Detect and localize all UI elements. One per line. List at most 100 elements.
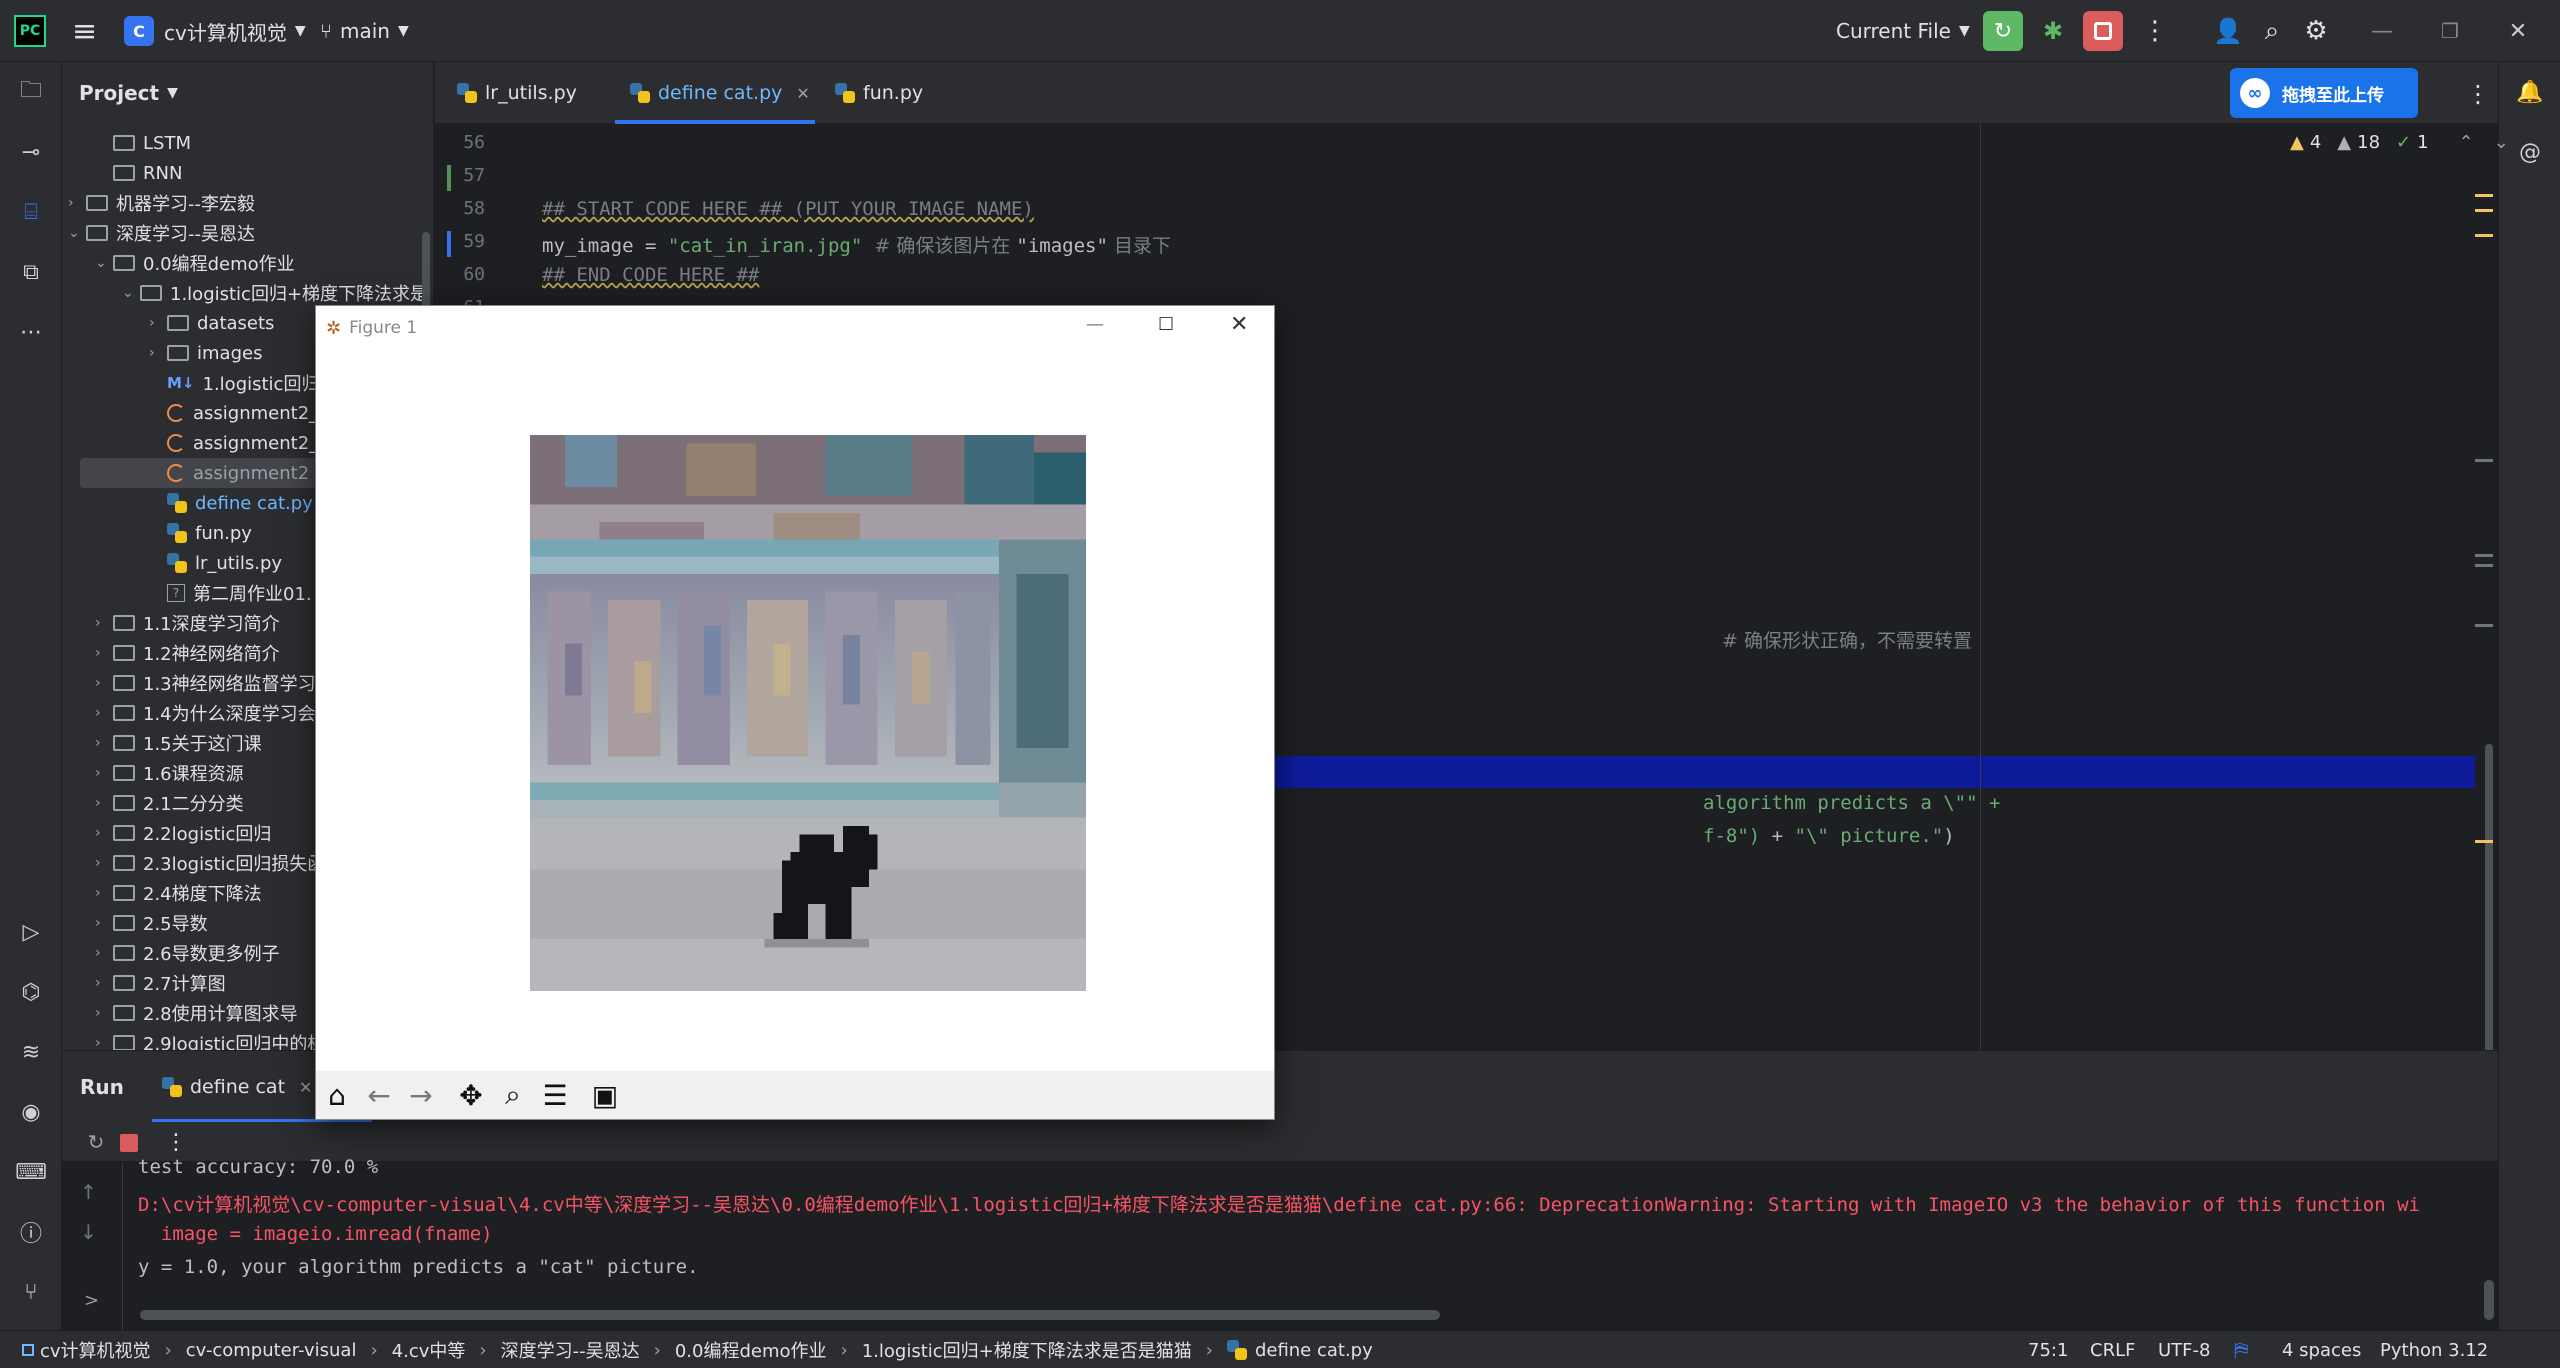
branch-switcher[interactable]: ⑂ main ▼ (320, 0, 409, 62)
caret-position[interactable]: 75:1 (2028, 1331, 2068, 1368)
tree-item[interactable]: ⌄ 0.0编程demo作业 (95, 248, 295, 278)
tree-item[interactable]: › 1.6课程资源 (95, 758, 244, 788)
tree-item[interactable]: › 机器学习--李宏毅 (68, 188, 255, 218)
settings-button[interactable]: ⚙ (2296, 11, 2336, 51)
run-config-selector[interactable]: Current File ▼ (1836, 0, 1970, 62)
tree-item[interactable]: define cat.py (149, 488, 313, 518)
tree-item[interactable]: M↓ 1.logistic回归- (149, 368, 326, 398)
configure-subplots-button[interactable]: ☰ (534, 1075, 576, 1115)
notifications-button[interactable]: 🔔 (2510, 72, 2550, 112)
figure-title-bar[interactable]: ✲ Figure 1 — ☐ ✕ (316, 306, 1274, 350)
chevron-right-icon[interactable]: › (95, 705, 113, 721)
tree-item[interactable]: › images (149, 338, 262, 368)
scroll-up-icon[interactable]: ↑ (80, 1180, 97, 1204)
close-window-button[interactable]: ✕ (2498, 11, 2538, 51)
restore-window-button[interactable]: ❐ (2430, 11, 2470, 51)
save-figure-button[interactable]: ▣ (584, 1075, 626, 1115)
tree-item[interactable]: › 2.5导数 (95, 908, 208, 938)
line-separator[interactable]: CRLF (2090, 1331, 2135, 1368)
breadcrumb-item[interactable]: cv计算机视觉 (40, 1337, 151, 1363)
maximize-icon[interactable]: ☐ (1158, 314, 1174, 335)
stop-run-button[interactable] (120, 1134, 138, 1152)
services-button[interactable]: ◉ (11, 1092, 51, 1132)
breadcrumb-item[interactable]: 4.cv中等 (392, 1337, 466, 1363)
python-interpreter[interactable]: Python 3.12 (2380, 1331, 2488, 1368)
structure-tool-button[interactable]: ⌸ (11, 192, 51, 232)
chevron-right-icon[interactable]: › (95, 915, 113, 931)
chevron-right-icon[interactable]: › (95, 765, 113, 781)
project-switcher[interactable]: C cv计算机视觉 ▼ (124, 0, 306, 62)
tree-item[interactable]: RNN (95, 158, 182, 188)
scroll-down-icon[interactable]: ↓ (80, 1220, 97, 1244)
terminal-button[interactable]: ⌨ (11, 1152, 51, 1192)
chevron-right-icon[interactable]: › (95, 945, 113, 961)
console-hscrollbar[interactable] (140, 1310, 1440, 1320)
back-button[interactable]: ← (358, 1075, 400, 1115)
run-tab-define-cat[interactable]: define cat ✕ (162, 1051, 312, 1123)
debug-button[interactable]: ✱ (2033, 11, 2073, 51)
commit-tool-button[interactable]: ⊸ (11, 132, 51, 172)
chevron-down-icon[interactable]: ⌄ (122, 285, 140, 301)
tree-item[interactable]: LSTM (95, 128, 191, 158)
python-console-button[interactable]: ⌬ (11, 972, 51, 1012)
tree-item[interactable]: assignment2_ (149, 428, 318, 458)
run-tool-button[interactable]: ▷ (11, 912, 51, 952)
zoom-button[interactable]: ⌕ (492, 1075, 534, 1115)
python-packages-button[interactable]: ≋ (11, 1032, 51, 1072)
search-button[interactable]: ⌕ (2252, 11, 2292, 51)
home-button[interactable]: ⌂ (316, 1075, 358, 1115)
chevron-right-icon[interactable]: › (95, 795, 113, 811)
chevron-right-icon[interactable]: › (95, 1005, 113, 1021)
chevron-right-icon[interactable]: › (95, 675, 113, 691)
tab-lr-utils[interactable]: lr_utils.py (457, 62, 577, 124)
tree-item[interactable]: › 2.7计算图 (95, 968, 226, 998)
breadcrumb-item[interactable]: cv-computer-visual (186, 1340, 357, 1361)
breadcrumb-item[interactable]: 0.0编程demo作业 (675, 1337, 827, 1363)
stop-button[interactable] (2083, 11, 2123, 51)
tree-item[interactable]: › 1.2神经网络简介 (95, 638, 280, 668)
chevron-right-icon[interactable]: › (95, 615, 113, 631)
run-console[interactable]: ↑ ↓ > test accuracy: 70.0 % D:\cv计算机视觉\c… (62, 1156, 2498, 1330)
chevron-down-icon[interactable]: ⌄ (2494, 132, 2509, 153)
rerun-button[interactable]: ↻ (1983, 11, 2023, 51)
chevron-up-icon[interactable]: ⌃ (2459, 132, 2474, 153)
file-encoding[interactable]: UTF-8 (2158, 1331, 2210, 1368)
pan-button[interactable]: ✥ (450, 1075, 492, 1115)
project-tool-button[interactable]: 🗀 (11, 72, 51, 112)
chevron-right-icon[interactable]: › (149, 345, 167, 361)
more-actions-button[interactable]: ⋮ (2135, 11, 2175, 51)
chevron-down-icon[interactable]: ⌄ (68, 225, 86, 241)
tree-item[interactable]: › 1.1深度学习简介 (95, 608, 280, 638)
tree-item[interactable]: › 1.4为什么深度学习会 (95, 698, 316, 728)
indent-setting[interactable]: 4 spaces (2282, 1331, 2361, 1368)
chevron-right-icon[interactable]: › (95, 975, 113, 991)
minimize-icon[interactable]: — (1086, 314, 1104, 335)
upload-drop-button[interactable]: ∞ 拖拽至此上传 (2230, 68, 2418, 118)
tab-more-button[interactable]: ⋮ (2463, 74, 2493, 114)
breadcrumb-item[interactable]: define cat.py (1255, 1340, 1373, 1361)
git-button[interactable]: ⑂ (11, 1272, 51, 1312)
add-user-button[interactable]: 👤 (2208, 11, 2248, 51)
project-panel-header[interactable]: Project ▼ (62, 62, 433, 124)
console-vscrollbar[interactable] (2484, 1280, 2494, 1320)
tree-item[interactable]: ⌄ 1.logistic回归+梯度下降法求是 (122, 278, 428, 308)
tree-item[interactable]: › 2.6导数更多例子 (95, 938, 280, 968)
breadcrumb-item[interactable]: 深度学习--吴恩达 (501, 1337, 640, 1363)
problems-button[interactable]: ⓘ (11, 1212, 51, 1252)
tab-fun[interactable]: fun.py (835, 62, 923, 124)
close-tab-icon[interactable]: ✕ (796, 84, 809, 103)
tree-item[interactable]: › 2.4梯度下降法 (95, 878, 262, 908)
chevron-down-icon[interactable]: ⌄ (95, 255, 113, 271)
tree-item[interactable]: › 2.8使用计算图求导 (95, 998, 298, 1028)
tree-item[interactable]: › 1.3神经网络监督学习 (95, 668, 316, 698)
chevron-right-icon[interactable]: › (95, 1035, 113, 1050)
more-tools-button[interactable]: ⋯ (11, 312, 51, 352)
close-tab-icon[interactable]: ✕ (299, 1078, 312, 1097)
code-style-indicator[interactable]: ⛿ (2234, 1331, 2249, 1368)
tab-define-cat[interactable]: define cat.py ✕ (630, 62, 810, 124)
chevron-right-icon[interactable]: › (95, 645, 113, 661)
tree-item[interactable]: lr_utils.py (149, 548, 282, 578)
tree-item[interactable]: fun.py (149, 518, 252, 548)
chevron-right-icon[interactable]: › (95, 735, 113, 751)
chevron-right-icon[interactable]: › (95, 825, 113, 841)
